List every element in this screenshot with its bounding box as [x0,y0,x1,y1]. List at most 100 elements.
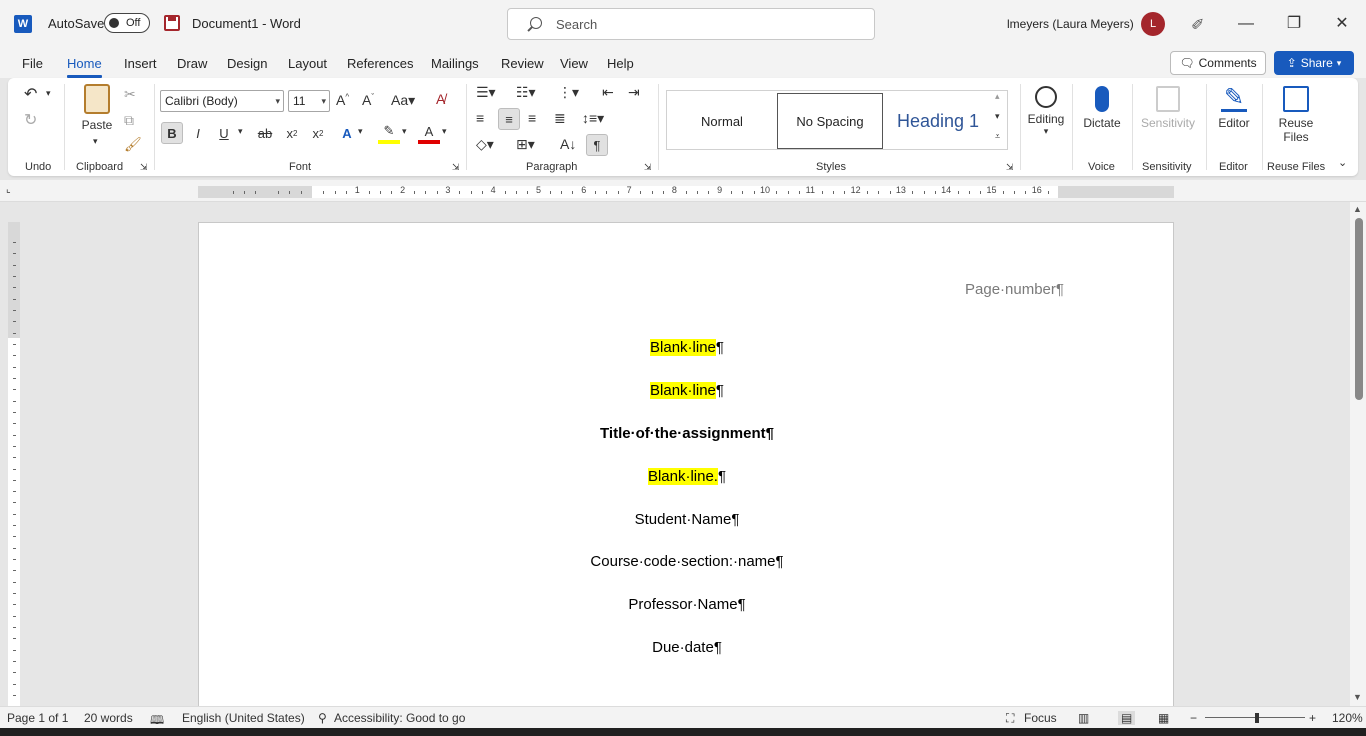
highlight-color-button[interactable]: ✎ [378,122,400,144]
align-right-icon[interactable]: ≡ [528,110,536,126]
designer-icon[interactable]: ✐ [1191,15,1204,35]
font-size-select[interactable]: 11 ▾ [288,90,330,112]
tab-file[interactable]: File [22,56,43,71]
web-layout-icon[interactable]: ▦ [1158,711,1169,725]
decrease-indent-icon[interactable]: ⇤ [602,84,614,101]
chevron-down-icon[interactable]: ⌄ [1338,156,1347,169]
format-painter-icon[interactable]: 🖌 [124,136,142,153]
scroll-down-icon[interactable]: ▼ [1353,692,1362,702]
chevron-up-icon[interactable]: ▴ [995,91,1000,102]
superscript-button[interactable]: x2 [307,122,329,144]
document-paragraph[interactable]: Course·code·section:·name¶ [199,553,1175,570]
undo-icon[interactable]: ↶ [24,84,37,104]
page-header[interactable]: Page·number¶ [965,281,1064,298]
line-spacing-icon[interactable]: ↕≡▾ [582,110,604,127]
save-icon[interactable] [164,15,180,31]
reuse-files-button[interactable]: Reuse Files [1270,84,1322,144]
tab-home[interactable]: Home [67,56,102,78]
dialog-launcher-icon[interactable]: ⇲ [452,162,460,173]
document-paragraph[interactable]: Due·date¶ [199,639,1175,656]
editor-button[interactable]: ✎ Editor [1212,84,1256,130]
bold-button[interactable]: B [161,122,183,144]
chevron-down-icon[interactable]: ▾ [402,126,407,137]
document-paragraph[interactable]: Professor·Name¶ [199,596,1175,613]
scroll-up-icon[interactable]: ▲ [1353,204,1362,214]
zoom-in-icon[interactable]: + [1309,711,1316,725]
tab-references[interactable]: References [347,56,413,71]
comments-button[interactable]: 🗨 Comments [1170,51,1266,75]
more-styles-icon[interactable]: ⩡ [995,131,1000,142]
dialog-launcher-icon[interactable]: ⇲ [140,162,148,173]
chevron-down-icon[interactable]: ▾ [442,126,447,137]
document-page[interactable]: Page·number¶ Blank·line¶ Blank·line¶ Title… [198,222,1174,706]
document-paragraph[interactable]: Title·of·the·assignment¶ [199,425,1175,442]
dialog-launcher-icon[interactable]: ⇲ [1006,162,1014,173]
tab-design[interactable]: Design [227,56,267,71]
bullets-icon[interactable]: ☰▾ [476,84,496,101]
chevron-down-icon[interactable]: ▾ [46,88,51,99]
shading-icon[interactable]: ◇▾ [476,136,494,153]
dialog-launcher-icon[interactable]: ⇲ [644,162,652,173]
tab-mailings[interactable]: Mailings [431,56,479,71]
page-count[interactable]: Page 1 of 1 [7,711,68,725]
minimize-button[interactable]: — [1234,12,1258,36]
tab-draw[interactable]: Draw [177,56,207,71]
document-paragraph[interactable]: Blank·line.¶ [199,468,1175,485]
zoom-slider-thumb[interactable] [1255,713,1259,723]
paste-button[interactable]: Paste [78,84,116,132]
share-button[interactable]: ⇪ Share ▾ [1274,51,1354,75]
search-input[interactable]: Search [507,8,875,40]
scrollbar-thumb[interactable] [1355,218,1363,400]
tab-review[interactable]: Review [501,56,544,71]
document-paragraph[interactable]: Blank·line¶ [199,339,1175,356]
vertical-ruler[interactable] [4,202,20,706]
read-mode-icon[interactable]: ▥ [1078,711,1089,725]
style-no-spacing[interactable]: No Spacing [777,93,883,149]
justify-icon[interactable]: ≣ [554,110,566,127]
clear-formatting-icon[interactable]: A̸ [436,91,445,107]
avatar[interactable]: L [1141,12,1165,36]
horizontal-ruler[interactable]: 1 2 3 4 5 6 7 8 9 10 11 12 13 14 15 16 [198,185,1174,198]
align-left-icon[interactable]: ≡ [476,110,484,126]
close-button[interactable]: ✕ [1330,12,1354,36]
cut-icon[interactable]: ✂ [124,86,136,103]
tab-insert[interactable]: Insert [124,56,157,71]
language-status[interactable]: English (United States) [182,711,305,725]
underline-button[interactable]: U [213,122,235,144]
numbering-icon[interactable]: ☷▾ [516,84,536,101]
increase-indent-icon[interactable]: ⇥ [628,84,640,101]
document-paragraph[interactable]: Blank·line¶ [199,382,1175,399]
autosave-toggle[interactable]: Off [104,13,150,33]
tab-view[interactable]: View [560,56,588,71]
tab-help[interactable]: Help [607,56,634,71]
dictate-button[interactable]: Dictate [1080,84,1124,130]
change-case-icon[interactable]: Aa▾ [391,92,415,109]
style-heading-1[interactable]: Heading 1 [885,93,991,149]
redo-icon[interactable]: ↻ [24,110,37,130]
sort-icon[interactable]: A↓ [560,136,576,152]
italic-button[interactable]: I [187,122,209,144]
tab-selector-icon[interactable]: ⌞ [6,184,11,195]
user-name[interactable]: lmeyers (Laura Meyers) [1007,17,1134,31]
text-effects-button[interactable]: A [336,122,358,144]
strikethrough-button[interactable]: ab [254,122,276,144]
zoom-level[interactable]: 120% [1332,711,1363,725]
style-normal[interactable]: Normal [669,93,775,149]
focus-button[interactable]: Focus [1024,711,1057,725]
chevron-down-icon[interactable]: ▾ [358,126,363,137]
print-layout-icon[interactable]: ▤ [1118,711,1136,725]
document-paragraph[interactable]: Student·Name¶ [199,511,1175,528]
align-center-button[interactable]: ≡ [498,108,520,130]
zoom-out-icon[interactable]: − [1190,711,1197,725]
show-formatting-marks-button[interactable]: ¶ [586,134,608,156]
subscript-button[interactable]: x2 [281,122,303,144]
multilevel-list-icon[interactable]: ⋮▾ [558,84,579,101]
accessibility-status[interactable]: Accessibility: Good to go [334,711,465,725]
vertical-scrollbar[interactable]: ▲ ▼ [1350,202,1366,706]
font-color-button[interactable]: A [418,122,440,144]
editing-button[interactable]: Editing ▾ [1026,84,1066,137]
shrink-font-icon[interactable]: Aˇ [362,92,374,108]
grow-font-icon[interactable]: A^ [336,92,349,108]
copy-icon[interactable]: ⧉ [124,112,134,129]
chevron-down-icon[interactable]: ▾ [995,111,1000,122]
